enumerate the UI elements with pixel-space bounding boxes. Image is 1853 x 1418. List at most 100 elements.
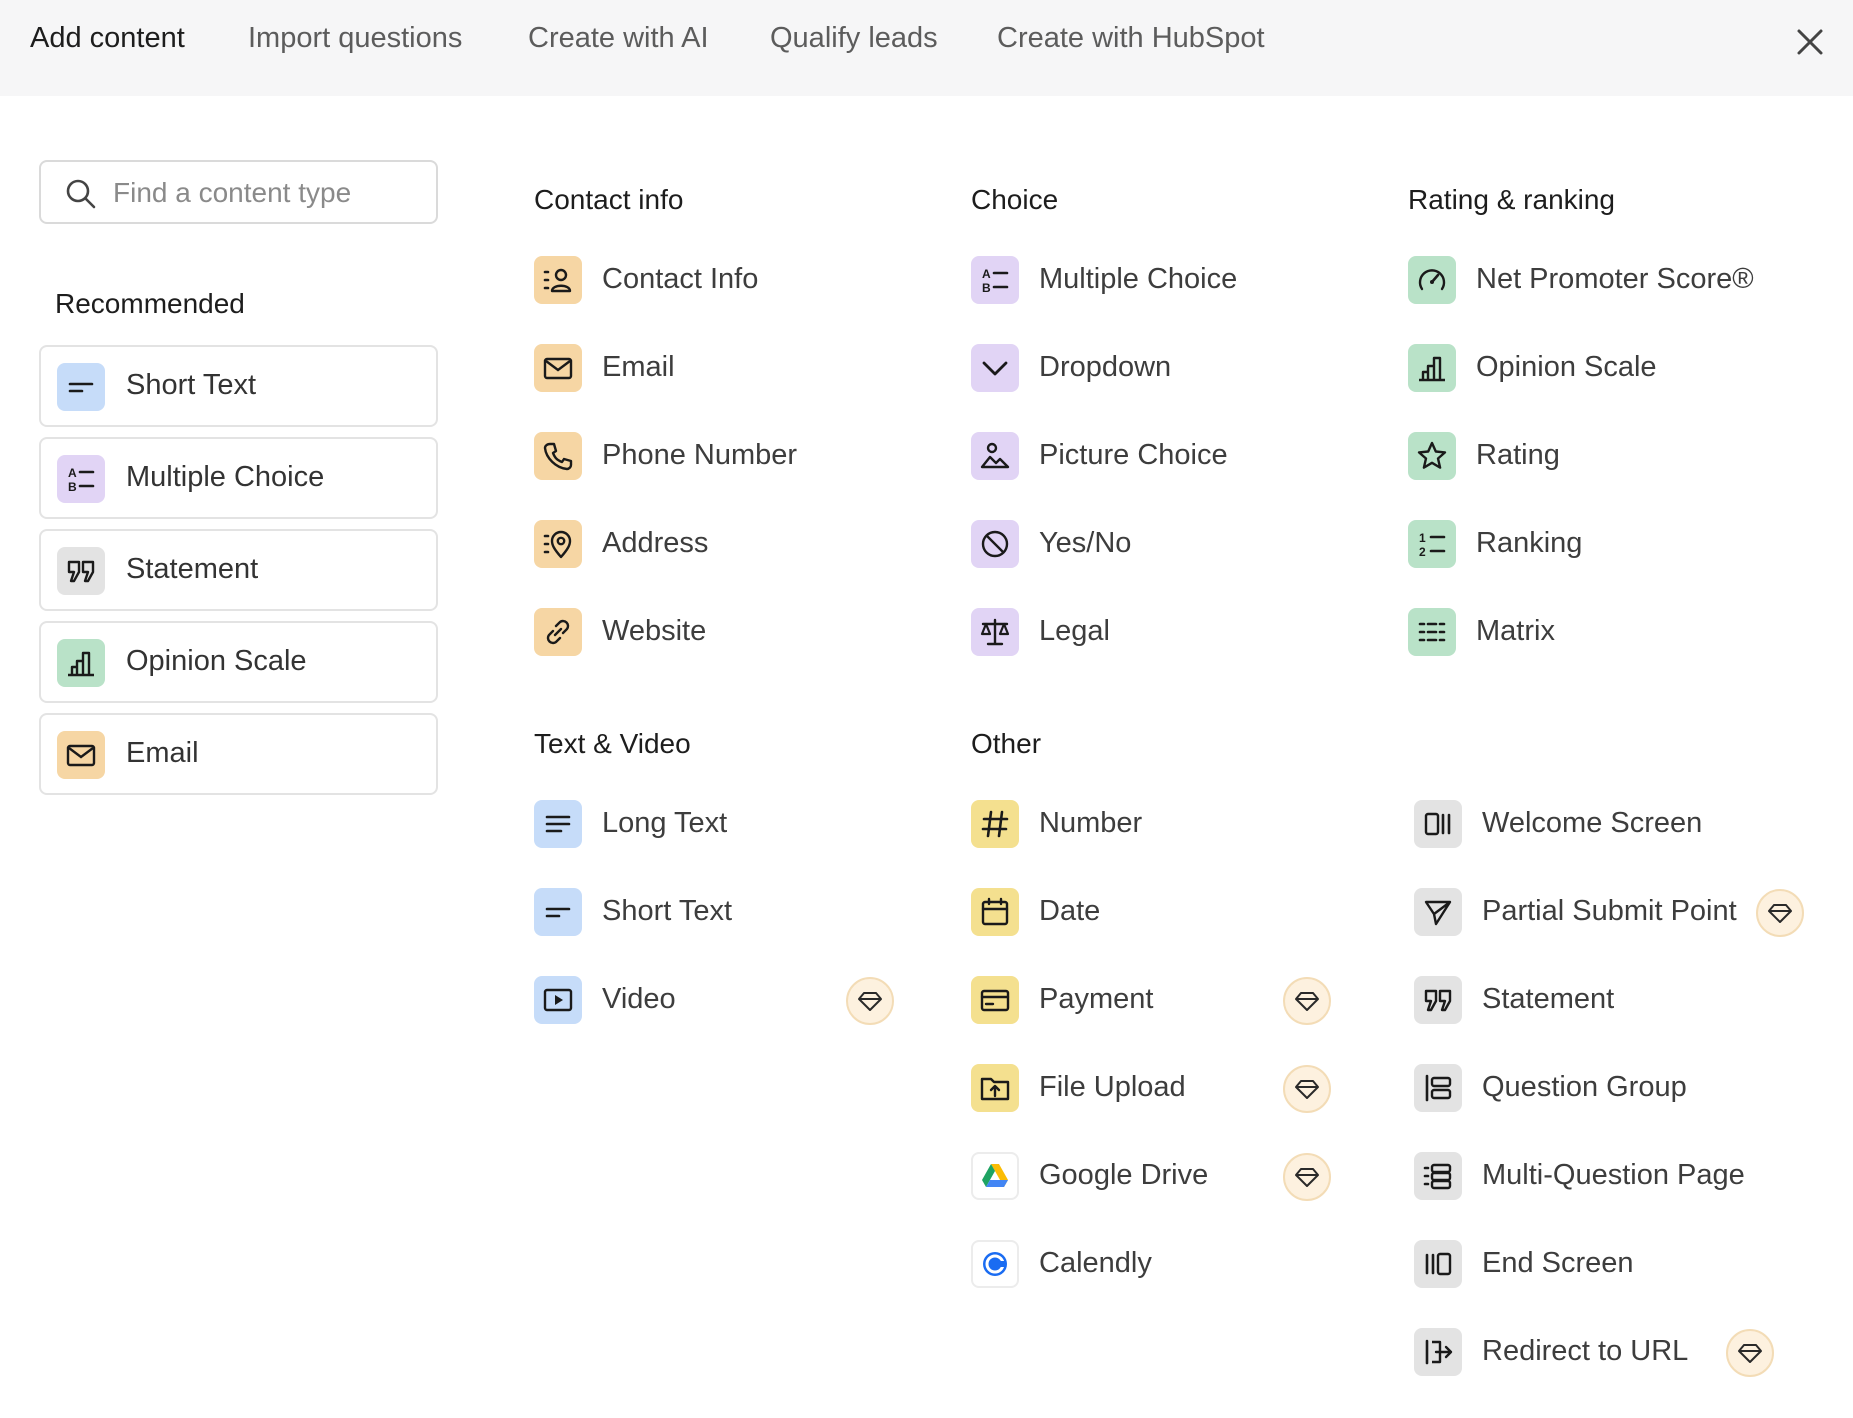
recommended-item-label: Email xyxy=(126,737,199,769)
item-label: Phone Number xyxy=(602,439,798,471)
tab-import-questions[interactable]: Import questions xyxy=(248,22,462,55)
tab-create-with-ai[interactable]: Create with AI xyxy=(528,22,709,55)
welcome-screen-icon xyxy=(1414,800,1462,848)
content-item-rating[interactable]: Rating xyxy=(1408,428,1808,484)
other-heading: Other xyxy=(971,728,1042,759)
diamond-icon[interactable] xyxy=(846,977,894,1025)
item-label: Date xyxy=(1039,895,1101,927)
short-text-icon xyxy=(534,888,582,936)
diamond-icon[interactable] xyxy=(1726,1329,1774,1377)
svg-text:A: A xyxy=(982,267,991,281)
content-item-website[interactable]: Website xyxy=(534,604,854,660)
item-label: Contact Info xyxy=(602,263,759,295)
tab-create-with-hubspot[interactable]: Create with HubSpot xyxy=(997,22,1265,55)
item-label: Multiple Choice xyxy=(1039,263,1238,295)
top-tab-bar: Add content Import questions Create with… xyxy=(0,0,1853,96)
content-item-matrix[interactable]: Matrix xyxy=(1408,604,1808,660)
content-type-search xyxy=(39,160,438,224)
content-item-ranking[interactable]: 12 Ranking xyxy=(1408,516,1808,572)
search-icon xyxy=(66,179,96,209)
content-item-file-upload[interactable]: File Upload xyxy=(971,1060,1291,1116)
long-text-icon xyxy=(534,800,582,848)
svg-text:2: 2 xyxy=(1419,545,1426,559)
item-label: Website xyxy=(602,615,707,647)
end-screen-icon xyxy=(1414,1240,1462,1288)
recommended-item-short-text[interactable]: Short Text xyxy=(39,345,438,427)
multiple-choice-icon: AB xyxy=(57,455,105,503)
content-item-partial-submit-point[interactable]: Partial Submit Point xyxy=(1414,884,1814,940)
content-item-picture-choice[interactable]: Picture Choice xyxy=(971,428,1291,484)
choice-heading: Choice xyxy=(971,184,1059,215)
item-label: Multi-Question Page xyxy=(1482,1159,1745,1191)
content-item-number[interactable]: Number xyxy=(971,796,1291,852)
diamond-icon[interactable] xyxy=(1756,889,1804,937)
content-item-payment[interactable]: Payment xyxy=(971,972,1291,1028)
question-group-icon xyxy=(1414,1064,1462,1112)
ranking-icon: 12 xyxy=(1408,520,1456,568)
calendar-icon xyxy=(971,888,1019,936)
content-item-end-screen[interactable]: End Screen xyxy=(1414,1236,1814,1292)
diamond-icon[interactable] xyxy=(1283,1153,1331,1201)
recommended-item-email[interactable]: Email xyxy=(39,713,438,795)
diamond-icon[interactable] xyxy=(1283,977,1331,1025)
content-item-email[interactable]: Email xyxy=(534,340,854,396)
content-item-question-group[interactable]: Question Group xyxy=(1414,1060,1814,1116)
content-item-opinion-scale[interactable]: Opinion Scale xyxy=(1408,340,1808,396)
content-item-address[interactable]: Address xyxy=(534,516,854,572)
item-label: Welcome Screen xyxy=(1482,807,1703,839)
multi-question-icon xyxy=(1414,1152,1462,1200)
content-item-multi-question-page[interactable]: Multi-Question Page xyxy=(1414,1148,1814,1204)
item-label: Video xyxy=(602,983,676,1015)
content-item-legal[interactable]: Legal xyxy=(971,604,1291,660)
item-label: Yes/No xyxy=(1039,527,1132,559)
diamond-icon[interactable] xyxy=(1283,1065,1331,1113)
map-pin-icon xyxy=(534,520,582,568)
item-label: Picture Choice xyxy=(1039,439,1228,471)
content-item-phone-number[interactable]: Phone Number xyxy=(534,428,854,484)
recommended-item-label: Opinion Scale xyxy=(126,645,307,677)
recommended-item-multiple-choice[interactable]: AB Multiple Choice xyxy=(39,437,438,519)
content-item-dropdown[interactable]: Dropdown xyxy=(971,340,1291,396)
recommended-item-label: Multiple Choice xyxy=(126,461,325,493)
recommended-item-opinion-scale[interactable]: Opinion Scale xyxy=(39,621,438,703)
item-label: File Upload xyxy=(1039,1071,1186,1103)
content-item-yes-no[interactable]: Yes/No xyxy=(971,516,1291,572)
recommended-item-label: Statement xyxy=(126,553,259,585)
quote-icon xyxy=(57,547,105,595)
content-item-net-promoter-score[interactable]: Net Promoter Score® xyxy=(1408,252,1808,308)
tab-qualify-leads[interactable]: Qualify leads xyxy=(770,22,938,55)
item-label: Redirect to URL xyxy=(1482,1335,1689,1367)
calendly-icon xyxy=(971,1240,1019,1288)
bar-chart-icon xyxy=(57,639,105,687)
item-label: Legal xyxy=(1039,615,1110,647)
item-label: Payment xyxy=(1039,983,1154,1015)
content-item-multiple-choice[interactable]: AB Multiple Choice xyxy=(971,252,1291,308)
svg-text:B: B xyxy=(982,281,991,295)
tab-add-content[interactable]: Add content xyxy=(30,22,185,55)
content-item-contact-info[interactable]: Contact Info xyxy=(534,252,854,308)
item-label: Statement xyxy=(1482,983,1615,1015)
item-label: Opinion Scale xyxy=(1476,351,1657,383)
svg-text:A: A xyxy=(68,466,77,480)
content-item-short-text[interactable]: Short Text xyxy=(534,884,854,940)
item-label: Long Text xyxy=(602,807,728,839)
envelope-icon xyxy=(57,731,105,779)
redirect-icon xyxy=(1414,1328,1462,1376)
close-icon[interactable] xyxy=(1790,22,1830,62)
recommended-item-label: Short Text xyxy=(126,369,257,401)
quote-icon xyxy=(1414,976,1462,1024)
scales-icon xyxy=(971,608,1019,656)
link-icon xyxy=(534,608,582,656)
star-icon xyxy=(1408,432,1456,480)
content-item-date[interactable]: Date xyxy=(971,884,1291,940)
content-item-long-text[interactable]: Long Text xyxy=(534,796,854,852)
contact-card-icon xyxy=(534,256,582,304)
contact-info-heading: Contact info xyxy=(534,184,684,215)
content-item-welcome-screen[interactable]: Welcome Screen xyxy=(1414,796,1814,852)
content-item-video[interactable]: Video xyxy=(534,972,854,1028)
recommended-item-statement[interactable]: Statement xyxy=(39,529,438,611)
content-item-google-drive[interactable]: Google Drive xyxy=(971,1148,1291,1204)
search-input[interactable] xyxy=(113,170,423,216)
content-item-calendly[interactable]: Calendly xyxy=(971,1236,1291,1292)
content-item-statement[interactable]: Statement xyxy=(1414,972,1814,1028)
